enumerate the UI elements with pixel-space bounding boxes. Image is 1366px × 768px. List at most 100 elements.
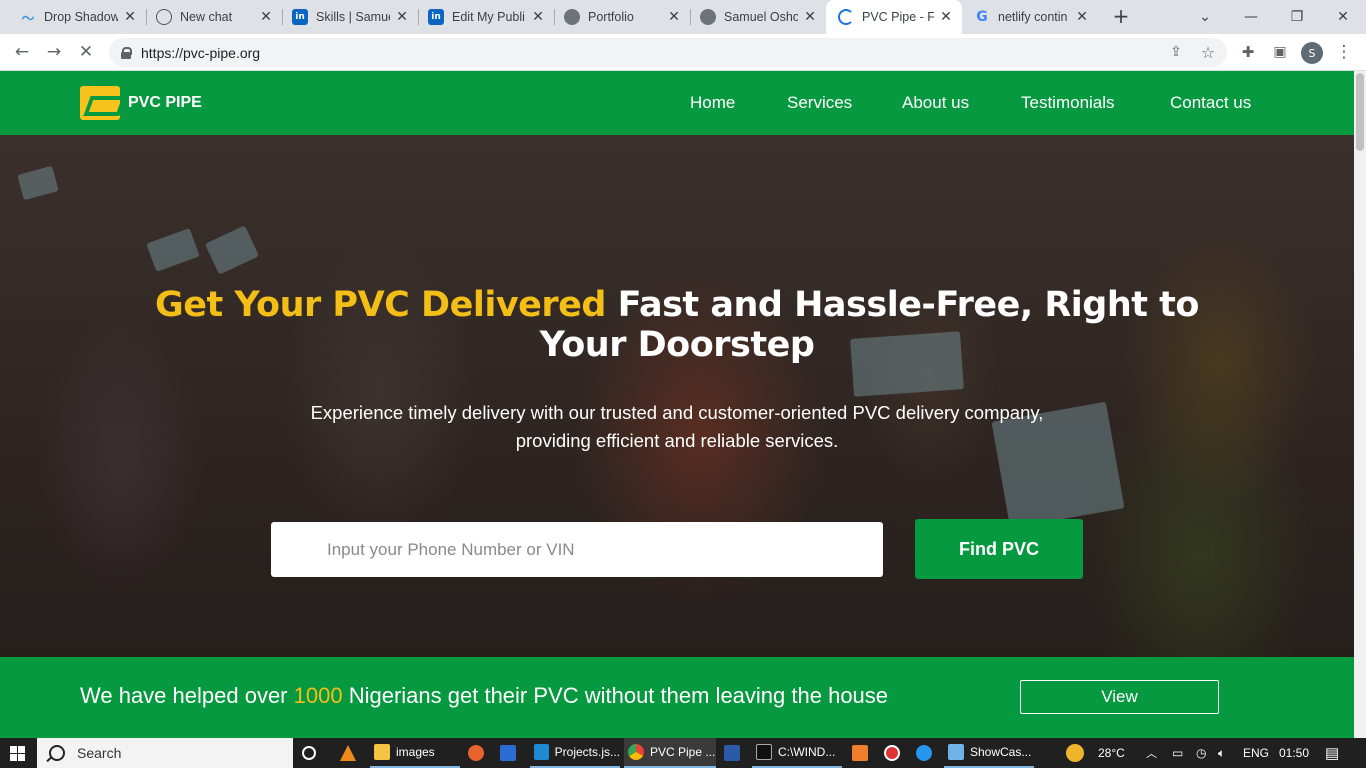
docker-icon[interactable]	[916, 738, 938, 768]
clock[interactable]: 01:50	[1279, 738, 1309, 768]
taskbar-search-box[interactable]: Search	[37, 738, 293, 768]
address-bar[interactable]: https://pvc-pipe.org	[109, 38, 1227, 67]
tab-title: New chat	[180, 10, 233, 24]
banner-text: We have helped over 1000 Nigerians get t…	[80, 683, 889, 708]
language-indicator[interactable]: ENG	[1243, 738, 1269, 768]
linkedin-icon: in	[292, 9, 308, 25]
browser-tab[interactable]: Samuel Osho ✕	[680, 0, 826, 34]
hero-title-rest: Fast and Hassle-Free, Right to Your Door…	[539, 285, 1200, 365]
side-panel-icon[interactable]: ▣	[1268, 40, 1292, 64]
site-navbar: PVC PIPE Home Services About us Testimon…	[0, 71, 1354, 135]
extensions-puzzle-icon[interactable]: ✚	[1236, 40, 1260, 64]
weather-moon-icon	[1066, 744, 1084, 762]
taskbar-item-notepad[interactable]: ShowCas...	[944, 738, 1034, 768]
bookmark-star-icon[interactable]: ☆	[1196, 40, 1220, 64]
scrollbar-thumb[interactable]	[1356, 73, 1364, 151]
view-button[interactable]: View	[1020, 680, 1219, 714]
helped-count: 1000	[293, 683, 343, 708]
hero-title-highlight: Get Your PVC Delivered	[155, 285, 606, 325]
minimize-button[interactable]: —	[1228, 0, 1274, 34]
close-tab-icon[interactable]: ✕	[1074, 9, 1090, 25]
browser-tab[interactable]: 〜 Drop Shadow ✕	[0, 0, 146, 34]
close-window-button[interactable]: ✕	[1320, 0, 1366, 34]
site-logo[interactable]: PVC PIPE	[80, 86, 202, 120]
browser-tab[interactable]: G netlify contin ✕	[962, 0, 1098, 34]
tab-title: Portfolio	[588, 10, 634, 24]
browser-tab[interactable]: New chat ✕	[136, 0, 282, 34]
back-arrow-icon[interactable]: ←	[10, 40, 34, 64]
pvc-logo-icon	[80, 86, 120, 120]
task-view-icon[interactable]	[302, 738, 322, 768]
page-scrollbar[interactable]	[1354, 71, 1366, 738]
wave-icon: 〜	[21, 11, 35, 27]
notepad-icon	[948, 744, 964, 760]
share-icon[interactable]: ⇪	[1164, 40, 1188, 64]
battery-icon[interactable]: ▭	[1172, 738, 1183, 768]
nav-services[interactable]: Services	[787, 93, 852, 113]
logo-text: PVC PIPE	[128, 94, 202, 111]
stop-loading-icon[interactable]: ✕	[74, 40, 98, 64]
volume-icon[interactable]: 🔈︎	[1218, 738, 1225, 768]
chrome-icon	[628, 744, 644, 760]
kebab-menu-icon[interactable]: ⋮	[1332, 40, 1356, 64]
browser-toolbar: ← → ✕ https://pvc-pipe.org ⇪ ☆ ✚ ▣ S ⋮	[0, 34, 1366, 71]
tab-title: Drop Shadow	[44, 10, 118, 24]
loading-icon	[838, 9, 854, 25]
browser-tab[interactable]: Portfolio ✕	[544, 0, 690, 34]
taskbar-item-chrome[interactable]: PVC Pipe ...	[624, 738, 716, 768]
nav-about-us[interactable]: About us	[902, 93, 969, 113]
app-icon[interactable]	[500, 738, 522, 768]
url-text[interactable]: https://pvc-pipe.org	[141, 45, 260, 61]
record-icon[interactable]	[884, 738, 906, 768]
stats-banner: We have helped over 1000 Nigerians get t…	[0, 657, 1354, 738]
forward-arrow-icon[interactable]: →	[42, 40, 66, 64]
nav-home[interactable]: Home	[690, 93, 735, 113]
browser-tab[interactable]: in Skills | Samue ✕	[272, 0, 418, 34]
chevron-up-icon[interactable]: ︿	[1146, 738, 1157, 768]
firefox-icon[interactable]	[468, 738, 490, 768]
restore-button[interactable]: ❐	[1274, 0, 1320, 34]
hero-section: Get Your PVC Delivered Fast and Hassle-F…	[0, 135, 1354, 657]
tab-title: Skills | Samue	[316, 10, 390, 24]
tab-title: netlify contin	[998, 10, 1068, 24]
cmd-icon	[756, 744, 772, 760]
windows-taskbar: Search images Projects.js... PVC Pipe ..…	[0, 738, 1366, 768]
tab-title: Edit My Publi	[452, 10, 525, 24]
globe-icon	[700, 9, 716, 25]
hero-subtitle: Experience timely delivery with our trus…	[310, 402, 1044, 451]
web-page: PVC PIPE Home Services About us Testimon…	[0, 71, 1354, 738]
tab-search-chevron-icon[interactable]: ⌄	[1182, 0, 1228, 34]
tab-title: PVC Pipe - Fa	[862, 10, 934, 24]
folder-icon	[374, 744, 390, 760]
xampp-icon[interactable]	[852, 738, 874, 768]
vlc-icon[interactable]	[340, 738, 362, 768]
linkedin-icon: in	[428, 9, 444, 25]
lock-icon[interactable]	[121, 47, 132, 59]
google-icon: G	[976, 9, 988, 25]
browser-tab-strip: 〜 Drop Shadow ✕ New chat ✕ in Skills | S…	[0, 0, 1366, 34]
network-icon[interactable]: ◷	[1196, 738, 1206, 768]
taskbar-item-images[interactable]: images	[370, 738, 460, 768]
taskbar-item-cmd[interactable]: C:\WIND...	[752, 738, 842, 768]
find-pvc-button[interactable]: Find PVC	[915, 519, 1083, 579]
browser-tab-active[interactable]: PVC Pipe - Fa ✕	[826, 0, 962, 34]
browser-tab[interactable]: in Edit My Publi ✕	[408, 0, 554, 34]
tab-title: Samuel Osho	[724, 10, 798, 24]
phone-vin-input[interactable]	[271, 522, 883, 577]
close-tab-icon[interactable]: ✕	[802, 9, 818, 25]
openai-icon	[156, 9, 172, 25]
nav-contact-us[interactable]: Contact us	[1170, 93, 1251, 113]
close-tab-icon[interactable]: ✕	[938, 9, 954, 25]
weather-widget[interactable]: 28°C	[1066, 738, 1125, 768]
taskbar-item-vscode[interactable]: Projects.js...	[530, 738, 620, 768]
notifications-icon[interactable]: ▤	[1325, 738, 1339, 768]
nav-testimonials[interactable]: Testimonials	[1021, 93, 1115, 113]
windows-start-icon[interactable]	[10, 746, 25, 761]
powershell-icon[interactable]	[724, 738, 746, 768]
globe-icon	[564, 9, 580, 25]
hero-title: Get Your PVC Delivered Fast and Hassle-F…	[120, 285, 1234, 365]
vscode-icon	[534, 744, 549, 760]
search-icon	[49, 745, 65, 761]
new-tab-button[interactable]: +	[1110, 6, 1132, 28]
profile-avatar[interactable]: S	[1301, 42, 1323, 64]
